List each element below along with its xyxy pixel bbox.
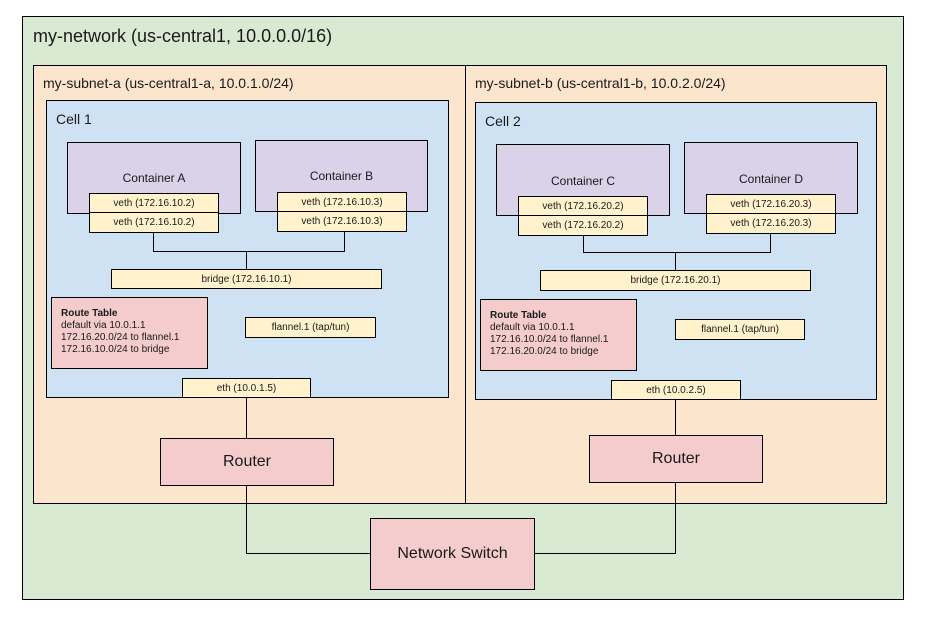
connector	[246, 251, 247, 269]
route-entry: 172.16.20.0/24 to flannel.1	[61, 332, 180, 343]
eth-cell-1: eth (10.0.1.5)	[182, 378, 311, 398]
veth-container-a-inner: veth (172.16.10.2)	[89, 193, 219, 213]
network-title: my-network (us-central1, 10.0.0.0/16)	[33, 26, 333, 46]
connector	[153, 251, 345, 252]
route-entry: default via 10.0.1.1	[61, 320, 146, 331]
router-a: Router	[160, 438, 334, 486]
connector	[583, 236, 584, 253]
veth-container-b-inner: veth (172.16.10.3)	[277, 192, 407, 212]
route-entry: default via 10.0.1.1	[490, 322, 575, 333]
flannel-cell-1: flannel.1 (tap/tun)	[245, 317, 376, 338]
subnet-b-title: my-subnet-b (us-central1-b, 10.0.2.0/24)	[475, 75, 726, 91]
veth-container-c-outer: veth (172.16.20.2)	[518, 215, 648, 236]
connector	[344, 232, 345, 252]
veth-container-d-inner: veth (172.16.20.3)	[706, 194, 836, 214]
eth-cell-2: eth (10.0.2.5)	[611, 380, 741, 400]
route-entry: 172.16.20.0/24 to bridge	[490, 346, 599, 357]
route-table-cell-2-text: Route Table default via 10.0.1.1 172.16.…	[490, 310, 608, 358]
veth-container-b-outer: veth (172.16.10.3)	[277, 211, 407, 232]
connector	[246, 553, 370, 554]
route-entry: 172.16.10.0/24 to flannel.1	[490, 334, 609, 345]
bridge-cell-1: bridge (172.16.10.1)	[111, 269, 382, 289]
cell-1-title: Cell 1	[56, 111, 92, 127]
network-switch: Network Switch	[370, 518, 535, 590]
container-d-label: Container D	[738, 172, 804, 186]
route-entry: 172.16.10.0/24 to bridge	[61, 344, 170, 355]
route-table-title: Route Table	[490, 310, 547, 321]
subnet-a-title: my-subnet-a (us-central1-a, 10.0.1.0/24)	[43, 75, 294, 91]
veth-container-c-inner: veth (172.16.20.2)	[518, 196, 648, 216]
connector	[246, 485, 247, 554]
container-a-label: Container A	[122, 171, 186, 185]
connector	[675, 482, 676, 554]
cell-2-title: Cell 2	[485, 113, 521, 129]
connector	[153, 233, 154, 251]
veth-container-a-outer: veth (172.16.10.2)	[89, 212, 219, 233]
connector	[534, 553, 676, 554]
container-b-label: Container B	[309, 169, 374, 183]
connector	[675, 399, 676, 436]
router-b: Router	[589, 435, 763, 483]
connector	[675, 252, 676, 270]
route-table-cell-1-text: Route Table default via 10.0.1.1 172.16.…	[61, 308, 179, 356]
flannel-cell-2: flannel.1 (tap/tun)	[675, 319, 805, 340]
connector	[583, 252, 771, 253]
veth-container-d-outer: veth (172.16.20.3)	[706, 213, 836, 234]
bridge-cell-2: bridge (172.16.20.1)	[540, 270, 811, 291]
container-c-label: Container C	[550, 174, 616, 188]
connector	[770, 234, 771, 253]
connector	[246, 397, 247, 439]
route-table-title: Route Table	[61, 308, 118, 319]
